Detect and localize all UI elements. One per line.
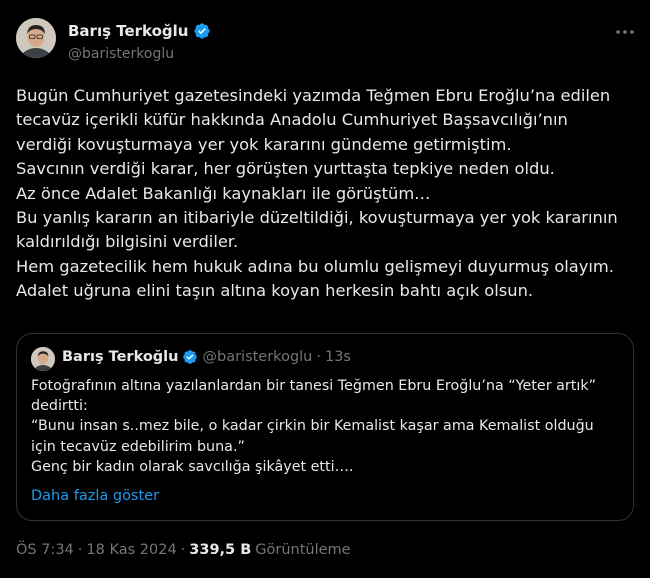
tweet-text: Bugün Cumhuriyet gazetesindeki yazımda T… <box>16 84 641 304</box>
tweet-line: Bugün Cumhuriyet gazetesindeki yazımda T… <box>16 86 611 105</box>
separator-dot: · <box>77 542 83 558</box>
view-count-label: Görüntüleme <box>255 542 351 558</box>
quoted-line: için tecavüz edebilirim buna.” <box>31 438 245 455</box>
avatar-image <box>31 347 55 371</box>
author-avatar[interactable] <box>16 18 56 58</box>
quoted-header: Barış Terkoğlu @baristerkoglu · 13s <box>62 349 351 365</box>
quoted-text: Fotoğrafının altına yazılanlardan bir ta… <box>31 376 629 477</box>
tweet-line: kaldırıldığı bilgisini verdiler. <box>16 232 239 252</box>
quoted-line: Genç bir kadın olarak savcılığa şikâyet … <box>31 458 354 475</box>
author-handle[interactable]: @baristerkoglu <box>68 46 174 62</box>
quoted-tweet-card[interactable]: Barış Terkoğlu @baristerkoglu · 13s Foto… <box>16 333 634 521</box>
quoted-author-avatar <box>31 347 55 371</box>
show-more-link[interactable]: Daha fazla göster <box>31 488 159 504</box>
author-header: Barış Terkoğlu <box>68 22 211 40</box>
verified-badge-icon <box>193 22 211 40</box>
quoted-line: dedirtti: <box>31 398 88 415</box>
tweet-line: Savcının verdiği karar, her görüşten yur… <box>16 159 555 179</box>
post-time[interactable]: ÖS 7:34 <box>16 542 74 558</box>
tweet-line: Az önce Adalet Bakanlığı kaynakları ile … <box>16 183 431 203</box>
avatar-image <box>16 18 56 58</box>
tweet-line: Adalet uğruna elini taşın altına koyan h… <box>16 281 534 301</box>
more-horizontal-icon[interactable] <box>612 22 638 42</box>
post-date[interactable]: 18 Kas 2024 <box>86 542 176 558</box>
tweet-line: verdiği kovuşturmaya yer yok kararını gü… <box>16 134 512 154</box>
tweet-line: tecavüz içerikli küfür hakkında Anadolu … <box>16 110 568 130</box>
quoted-author-name: Barış Terkoğlu <box>62 349 179 365</box>
tweet-line: Hem gazetecilik hem hukuk adına bu oluml… <box>16 256 614 276</box>
quoted-line: Fotoğrafının altına yazılanlardan bir ta… <box>31 378 597 394</box>
quoted-timestamp: 13s <box>324 349 351 365</box>
author-name[interactable]: Barış Terkoğlu <box>68 22 189 40</box>
quoted-author-handle: @baristerkoglu <box>202 349 313 365</box>
tweet-line: Bu yanlış kararın an itibariyle düzeltil… <box>16 208 618 228</box>
separator-dot: · <box>180 542 186 558</box>
verified-badge-icon <box>182 349 198 365</box>
quoted-line: “Bunu insan s..mez bile, o kadar çirkin … <box>31 418 594 435</box>
view-count: 339,5 B <box>189 542 252 558</box>
tweet-meta: ÖS 7:34 · 18 Kas 2024 · 339,5 B Görüntül… <box>16 542 351 558</box>
separator-dot: · <box>316 349 321 365</box>
